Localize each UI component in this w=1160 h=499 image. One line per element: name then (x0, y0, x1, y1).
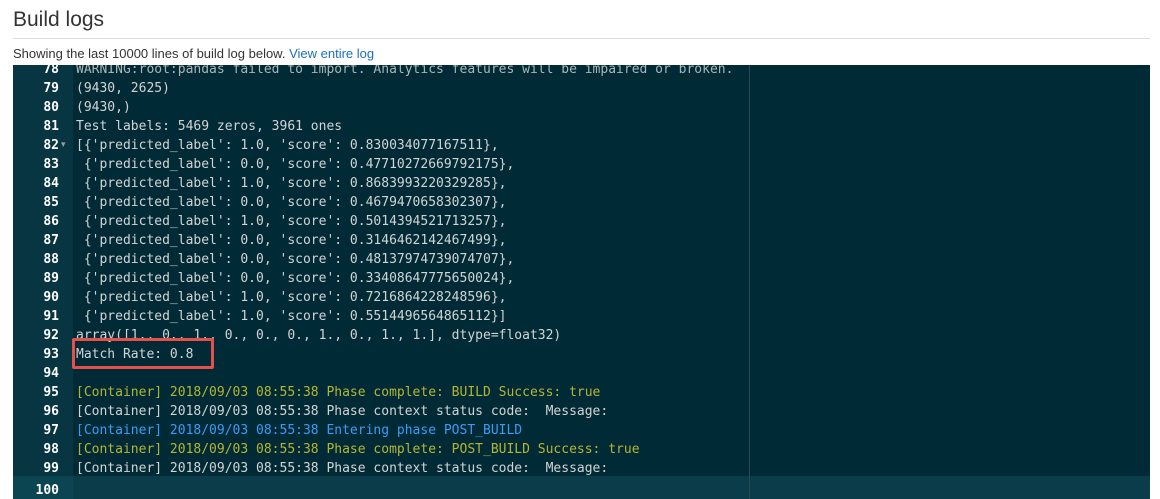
line-number: 99 (43, 461, 59, 476)
line-number: 84 (43, 176, 59, 191)
log-line: (9430, 2625) (76, 81, 170, 96)
log-description: Showing the last 10000 lines of build lo… (13, 46, 374, 62)
log-line: {'predicted_label': 1.0, 'score': 0.5514… (76, 309, 507, 324)
log-line: [{'predicted_label': 1.0, 'score': 0.830… (76, 138, 499, 153)
log-line: {'predicted_label': 0.0, 'score': 0.4771… (76, 157, 515, 172)
log-line: [Container] 2018/09/03 08:55:38 Phase co… (76, 404, 609, 419)
line-number: 97 (43, 423, 59, 438)
log-line: Test labels: 5469 zeros, 3961 ones (76, 119, 343, 134)
log-line: {'predicted_label': 1.0, 'score': 0.7216… (76, 290, 507, 305)
view-entire-log-link[interactable]: View entire log (289, 46, 374, 61)
log-line: WARNING:root:pandas failed to import. An… (76, 65, 734, 77)
line-number: 85 (43, 195, 59, 210)
log-line: [Container] 2018/09/03 08:55:38 Entering… (76, 423, 523, 438)
print-margin (749, 65, 750, 499)
page-title: Build logs (13, 8, 105, 31)
line-number: 78 (43, 65, 59, 77)
line-number: 79 (43, 81, 59, 96)
line-number: 91 (43, 309, 59, 324)
line-number: 95 (43, 385, 59, 400)
log-line: {'predicted_label': 1.0, 'score': 0.5014… (76, 214, 507, 229)
log-line: {'predicted_label': 0.0, 'score': 0.4679… (76, 195, 507, 210)
log-line: (9430,) (76, 100, 131, 115)
log-line: [Container] 2018/09/03 08:55:38 Phase co… (76, 442, 640, 457)
log-line: {'predicted_label': 0.0, 'score': 0.3146… (76, 233, 507, 248)
log-description-text: Showing the last 10000 lines of build lo… (13, 46, 286, 61)
log-line: [Container] 2018/09/03 08:55:38 Phase co… (76, 461, 609, 476)
log-line: {'predicted_label': 1.0, 'score': 0.8683… (76, 176, 507, 191)
line-number: 100 (35, 483, 59, 498)
log-line: [Container] 2018/09/03 08:55:38 Phase co… (76, 385, 601, 400)
line-number: 80 (43, 100, 59, 115)
line-number: 90 (43, 290, 59, 305)
build-log-viewer[interactable]: 78 WARNING:root:pandas failed to import. … (13, 65, 1150, 499)
line-number: 87 (43, 233, 59, 248)
line-number: 89 (43, 271, 59, 286)
fold-toggle-icon[interactable]: ▾ (61, 136, 71, 155)
title-divider (13, 38, 1150, 39)
active-line-highlight (73, 476, 1150, 499)
line-number: 81 (43, 119, 59, 134)
line-number: 88 (43, 252, 59, 267)
log-line: {'predicted_label': 0.0, 'score': 0.4813… (76, 252, 515, 267)
log-line: {'predicted_label': 0.0, 'score': 0.3340… (76, 271, 515, 286)
line-number: 96 (43, 404, 59, 419)
line-number: 98 (43, 442, 59, 457)
line-number: 86 (43, 214, 59, 229)
line-number: 83 (43, 157, 59, 172)
line-number: 82 (43, 138, 59, 153)
line-number: 94 (43, 366, 59, 381)
line-number: 92 (43, 328, 59, 343)
line-number: 93 (43, 347, 59, 362)
match-rate-highlight-box (72, 338, 214, 369)
